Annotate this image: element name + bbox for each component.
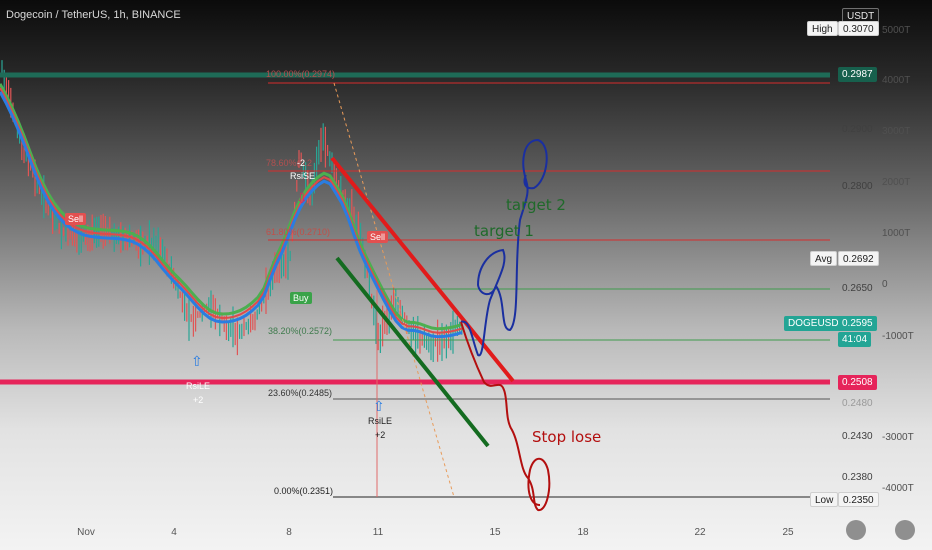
- buy-signal-marker[interactable]: Buy: [290, 292, 312, 304]
- moving-averages: [0, 83, 463, 339]
- high-value: 0.3070: [838, 21, 879, 36]
- rsi-le-count: +2: [375, 430, 386, 440]
- x-tick: 11: [372, 527, 384, 538]
- fib-236-label: 23.60%(0.2485): [268, 388, 333, 398]
- fib-382-label: 38.20%(0.2572): [268, 326, 333, 336]
- x-tick: 15: [489, 527, 501, 538]
- target-2-annotation: target 2: [506, 196, 566, 214]
- scroll-left-button[interactable]: [846, 520, 866, 540]
- stop-lose-annotation: Stop lose: [532, 428, 602, 446]
- vol-tick: -4000T: [882, 483, 914, 494]
- fib-100-label: 100.00%(0.2974): [266, 69, 336, 79]
- x-tick: 4: [171, 527, 177, 538]
- x-tick: 22: [694, 527, 706, 538]
- target-1-annotation: target 1: [474, 222, 534, 240]
- rsi-le-label: RsiLE: [368, 416, 393, 426]
- price-chart[interactable]: [0, 0, 932, 550]
- ma-green-line: [0, 83, 463, 331]
- vol-tick: 3000T: [882, 126, 911, 137]
- fib-618-label: 61.80%(0.2710): [266, 227, 331, 237]
- settings-button[interactable]: [895, 520, 915, 540]
- x-tick: 25: [782, 527, 794, 538]
- up-arrow-icon: ⇧: [373, 398, 385, 414]
- x-tick: 18: [577, 527, 589, 538]
- high-label: High: [807, 21, 838, 36]
- vol-tick: 1000T: [882, 228, 911, 239]
- blue-target-path: [460, 138, 548, 357]
- faint-price-tick: 0.2480: [842, 398, 873, 409]
- vol-tick: 4000T: [882, 75, 911, 86]
- symbol-price-tag: 0.2595: [838, 316, 877, 331]
- sell-signal-marker[interactable]: Sell: [65, 213, 87, 225]
- falling-wedge-upper[interactable]: [330, 156, 515, 383]
- up-arrow-icon: ⇧: [191, 353, 203, 369]
- falling-wedge-lower[interactable]: [335, 256, 490, 448]
- x-tick: Nov: [77, 527, 95, 538]
- avg-label: Avg: [810, 251, 838, 266]
- vol-tick: 0: [882, 279, 888, 290]
- chart-title: Dogecoin / TetherUS, 1h, BINANCE: [6, 9, 181, 21]
- sell-signal-marker[interactable]: Sell: [367, 231, 389, 243]
- x-tick: 8: [286, 527, 292, 538]
- resistance-price-tag: 0.2987: [838, 67, 877, 82]
- price-tick: 0.2900: [842, 124, 873, 135]
- price-tick: 0.2650: [842, 283, 873, 294]
- vol-tick: -1000T: [882, 331, 914, 342]
- red-stop-path: [460, 321, 551, 511]
- vol-tick: 5000T: [882, 25, 911, 36]
- down-arrow-icon: ⇩: [296, 190, 308, 206]
- fib-786-label: 78.60%(0.2: [266, 158, 313, 168]
- rsi-se-count: -2: [297, 158, 306, 168]
- bar-countdown: 41:04: [838, 332, 872, 347]
- ma-red-line: [0, 87, 463, 334]
- rsi-se-label: RsiSE: [290, 171, 316, 181]
- support-price-tag: 0.2508: [838, 375, 877, 390]
- price-tick: 0.2800: [842, 181, 873, 192]
- rsi-le-count: +2: [193, 395, 204, 405]
- price-tick: 0.2430: [842, 431, 873, 442]
- rsi-le-label: RsiLE: [186, 381, 211, 391]
- avg-value: 0.2692: [838, 251, 879, 266]
- price-tick: 0.2380: [842, 472, 873, 483]
- fib-0-label: 0.00%(0.2351): [274, 486, 334, 496]
- low-value: 0.2350: [838, 492, 879, 507]
- low-label: Low: [810, 492, 839, 507]
- vol-tick: 2000T: [882, 177, 911, 188]
- vol-tick: -3000T: [882, 432, 914, 443]
